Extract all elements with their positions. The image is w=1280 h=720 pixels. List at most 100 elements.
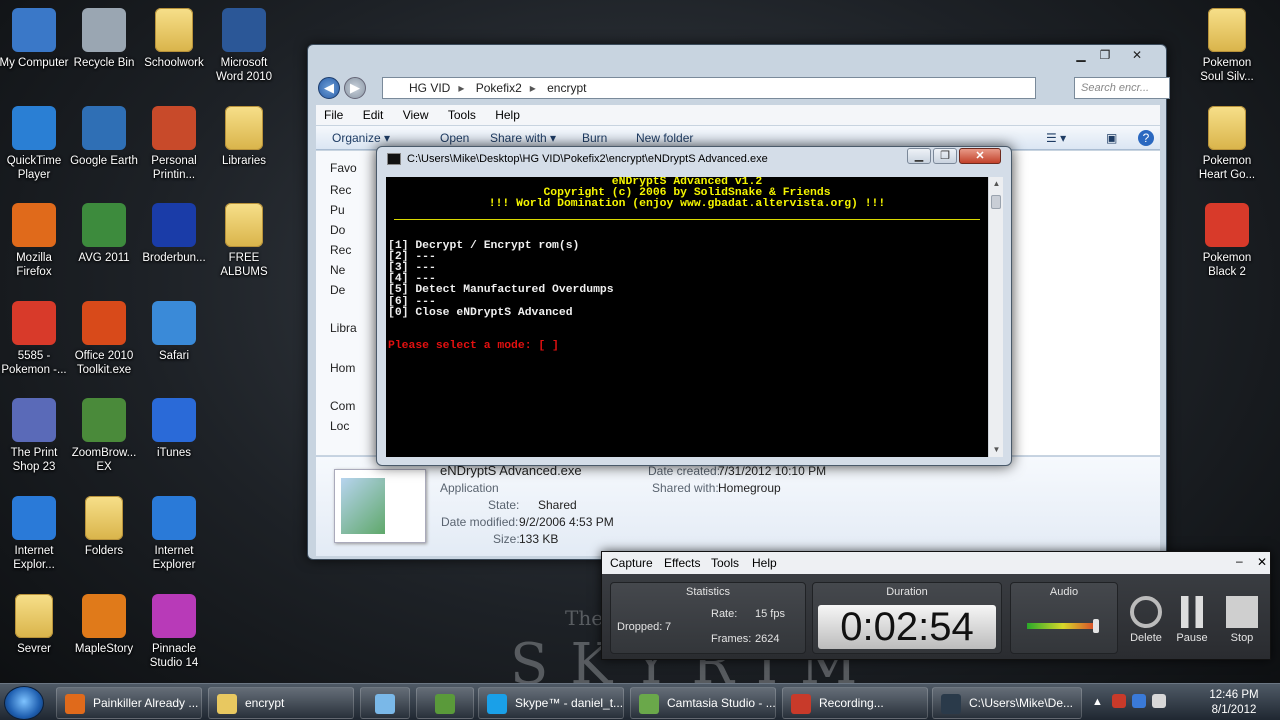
view-options-icon[interactable]: ☰ ▾ bbox=[1046, 131, 1066, 145]
menu-effects[interactable]: Effects bbox=[664, 556, 700, 570]
clock[interactable]: 12:46 PM 8/1/2012 bbox=[1204, 688, 1264, 718]
forward-arrow-icon[interactable]: ▶ bbox=[344, 77, 366, 99]
desktop-icon-pinnacle-studio-14[interactable]: Pinnacle Studio 14 bbox=[138, 594, 210, 670]
recorder-close-icon[interactable]: ✕ bbox=[1257, 555, 1267, 569]
nav-computer[interactable]: Com bbox=[330, 399, 355, 413]
menu-help-rec[interactable]: Help bbox=[752, 556, 777, 570]
recorder-window[interactable]: Capture Effects Tools Help – ✕ Statistic… bbox=[601, 551, 1271, 660]
taskbar-button-recording[interactable]: Recording... bbox=[782, 687, 928, 719]
tray-icon-3[interactable] bbox=[1152, 694, 1166, 708]
menu-tools-rec[interactable]: Tools bbox=[711, 556, 739, 570]
desktop-icon-internet-explor[interactable]: Internet Explor... bbox=[0, 496, 70, 572]
help-icon[interactable]: ? bbox=[1138, 130, 1154, 146]
desktop-icon-quicktime-player[interactable]: QuickTime Player bbox=[0, 106, 70, 182]
desktop-icon-itunes[interactable]: iTunes bbox=[138, 398, 210, 460]
taskbar-button-app-3[interactable] bbox=[416, 687, 474, 719]
tray-arrow-icon[interactable]: ▲ bbox=[1092, 696, 1103, 708]
new-folder-button[interactable]: New folder bbox=[636, 131, 693, 145]
desktop-icon-zoombrow-ex[interactable]: ZoomBrow... EX bbox=[68, 398, 140, 474]
desktop-icon-pokemon-black-2[interactable]: Pokemon Black 2 bbox=[1191, 203, 1263, 279]
menu-capture[interactable]: Capture bbox=[610, 556, 653, 570]
desktop-icon-free-albums[interactable]: FREE ALBUMS bbox=[208, 203, 280, 279]
desktop-icon-folders[interactable]: Folders bbox=[68, 496, 140, 558]
scroll-thumb[interactable] bbox=[991, 195, 1001, 209]
start-button[interactable] bbox=[4, 686, 44, 720]
close-icon[interactable]: ✕ bbox=[1120, 46, 1154, 64]
open-button[interactable]: Open bbox=[440, 131, 469, 145]
desktop-icon-5585-pokemon[interactable]: 5585 - Pokemon -... bbox=[0, 301, 70, 377]
console-minimize-icon[interactable]: ▁ bbox=[907, 148, 931, 164]
taskbar-button-camtasia-studio[interactable]: Camtasia Studio - ... bbox=[630, 687, 776, 719]
console-maximize-icon[interactable]: ❐ bbox=[933, 148, 957, 164]
nav-network[interactable]: Ne bbox=[330, 263, 345, 277]
nav-public[interactable]: Pu bbox=[330, 203, 345, 217]
breadcrumb-hg-vid[interactable]: HG VID bbox=[409, 81, 450, 95]
taskbar-button-c-users-mike-de[interactable]: C:\Users\Mike\De... bbox=[932, 687, 1082, 719]
nav-desktop[interactable]: De bbox=[330, 283, 345, 297]
desktop-icon-label: Sevrer bbox=[17, 643, 51, 655]
taskbar-button-encrypt[interactable]: encrypt bbox=[208, 687, 354, 719]
console-scrollbar[interactable]: ▲ ▼ bbox=[988, 177, 1003, 457]
console-close-icon[interactable]: ✕ bbox=[959, 148, 1001, 164]
explorer-titlebar[interactable] bbox=[308, 45, 1166, 69]
nav-libraries[interactable]: Libra bbox=[330, 321, 357, 335]
menu-edit[interactable]: Edit bbox=[355, 105, 392, 125]
console-window[interactable]: C:\Users\Mike\Desktop\HG VID\Pokefix2\en… bbox=[376, 146, 1012, 466]
breadcrumb-pokefix2[interactable]: Pokefix2 bbox=[476, 81, 522, 95]
taskbar-button-skype-daniel-t[interactable]: Skype™ - daniel_t... bbox=[478, 687, 624, 719]
burn-button[interactable]: Burn bbox=[582, 131, 607, 145]
desktop-icon-sevrer[interactable]: Sevrer bbox=[0, 594, 70, 656]
recorder-minimize-icon[interactable]: – bbox=[1236, 554, 1243, 568]
desktop-icon-office-2010-toolkit-exe[interactable]: Office 2010 Toolkit.exe bbox=[68, 301, 140, 377]
pokemon-black-2-icon bbox=[1205, 203, 1249, 247]
desktop-icon-maplestory[interactable]: MapleStory bbox=[68, 594, 140, 656]
back-arrow-icon[interactable]: ◀ bbox=[318, 77, 340, 99]
desktop-icon-pokemon-heart-go[interactable]: Pokemon Heart Go... bbox=[1191, 106, 1263, 182]
nav-homegroup[interactable]: Hom bbox=[330, 361, 355, 375]
nav-local-disk[interactable]: Loc bbox=[330, 419, 349, 433]
pause-button[interactable]: Pause bbox=[1170, 596, 1214, 644]
taskbar-button-painkiller-already[interactable]: Painkiller Already ... bbox=[56, 687, 202, 719]
nav-favorites[interactable]: Favo bbox=[330, 161, 357, 175]
menu-file[interactable]: File bbox=[316, 105, 351, 125]
scroll-down-icon[interactable]: ▼ bbox=[989, 443, 1004, 457]
minimize-icon[interactable]: ▁ bbox=[1070, 46, 1092, 64]
address-bar[interactable]: HG VID ▸ Pokefix2 ▸ encrypt bbox=[382, 77, 1036, 99]
desktop-icon-microsoft-word-2010[interactable]: Microsoft Word 2010 bbox=[208, 8, 280, 84]
desktop-icon-broderbun[interactable]: Broderbun... bbox=[138, 203, 210, 265]
frames-value: 2624 bbox=[755, 633, 780, 645]
personal-printin-icon bbox=[152, 106, 196, 150]
menu-help[interactable]: Help bbox=[487, 105, 528, 125]
maximize-icon[interactable]: ❐ bbox=[1094, 46, 1116, 64]
preview-pane-icon[interactable]: ▣ bbox=[1106, 131, 1117, 145]
desktop-icon-the-print-shop-23[interactable]: The Print Shop 23 bbox=[0, 398, 70, 474]
desktop-icon-internet-explorer[interactable]: Internet Explorer bbox=[138, 496, 210, 572]
nav-recent-places[interactable]: Rec bbox=[330, 243, 351, 257]
nav-downloads[interactable]: Do bbox=[330, 223, 345, 237]
desktop-icon-pokemon-soul-silv[interactable]: Pokemon Soul Silv... bbox=[1191, 8, 1263, 84]
nav-recent[interactable]: Rec bbox=[330, 183, 351, 197]
console-output[interactable]: eNDryptS Advanced v1.2 Copyright (c) 200… bbox=[386, 177, 988, 457]
menu-view[interactable]: View bbox=[395, 105, 437, 125]
desktop-icon-google-earth[interactable]: Google Earth bbox=[68, 106, 140, 168]
delete-button[interactable]: Delete bbox=[1124, 596, 1168, 644]
desktop-icon-recycle-bin[interactable]: Recycle Bin bbox=[68, 8, 140, 70]
desktop-icon-mozilla-firefox[interactable]: Mozilla Firefox bbox=[0, 203, 70, 279]
desktop-icon-personal-printin[interactable]: Personal Printin... bbox=[138, 106, 210, 182]
taskbar-button-app-2[interactable] bbox=[360, 687, 410, 719]
search-input[interactable]: Search encr... bbox=[1074, 77, 1170, 99]
scroll-up-icon[interactable]: ▲ bbox=[989, 177, 1004, 191]
desktop-icon-safari[interactable]: Safari bbox=[138, 301, 210, 363]
desktop-icon-libraries[interactable]: Libraries bbox=[208, 106, 280, 168]
menu-tools[interactable]: Tools bbox=[440, 105, 484, 125]
share-with-button[interactable]: Share with ▾ bbox=[490, 131, 556, 145]
breadcrumb-encrypt[interactable]: encrypt bbox=[547, 81, 586, 95]
desktop-icon-schoolwork[interactable]: Schoolwork bbox=[138, 8, 210, 70]
organize-button[interactable]: Organize ▾ bbox=[332, 131, 390, 145]
tray-icon-2[interactable] bbox=[1132, 694, 1146, 708]
desktop-icon-avg-2011[interactable]: AVG 2011 bbox=[68, 203, 140, 265]
desktop-icon-my-computer[interactable]: My Computer bbox=[0, 8, 70, 70]
tray-icon-1[interactable] bbox=[1112, 694, 1126, 708]
audio-level-meter[interactable] bbox=[1027, 617, 1099, 633]
stop-button[interactable]: Stop bbox=[1220, 596, 1264, 644]
